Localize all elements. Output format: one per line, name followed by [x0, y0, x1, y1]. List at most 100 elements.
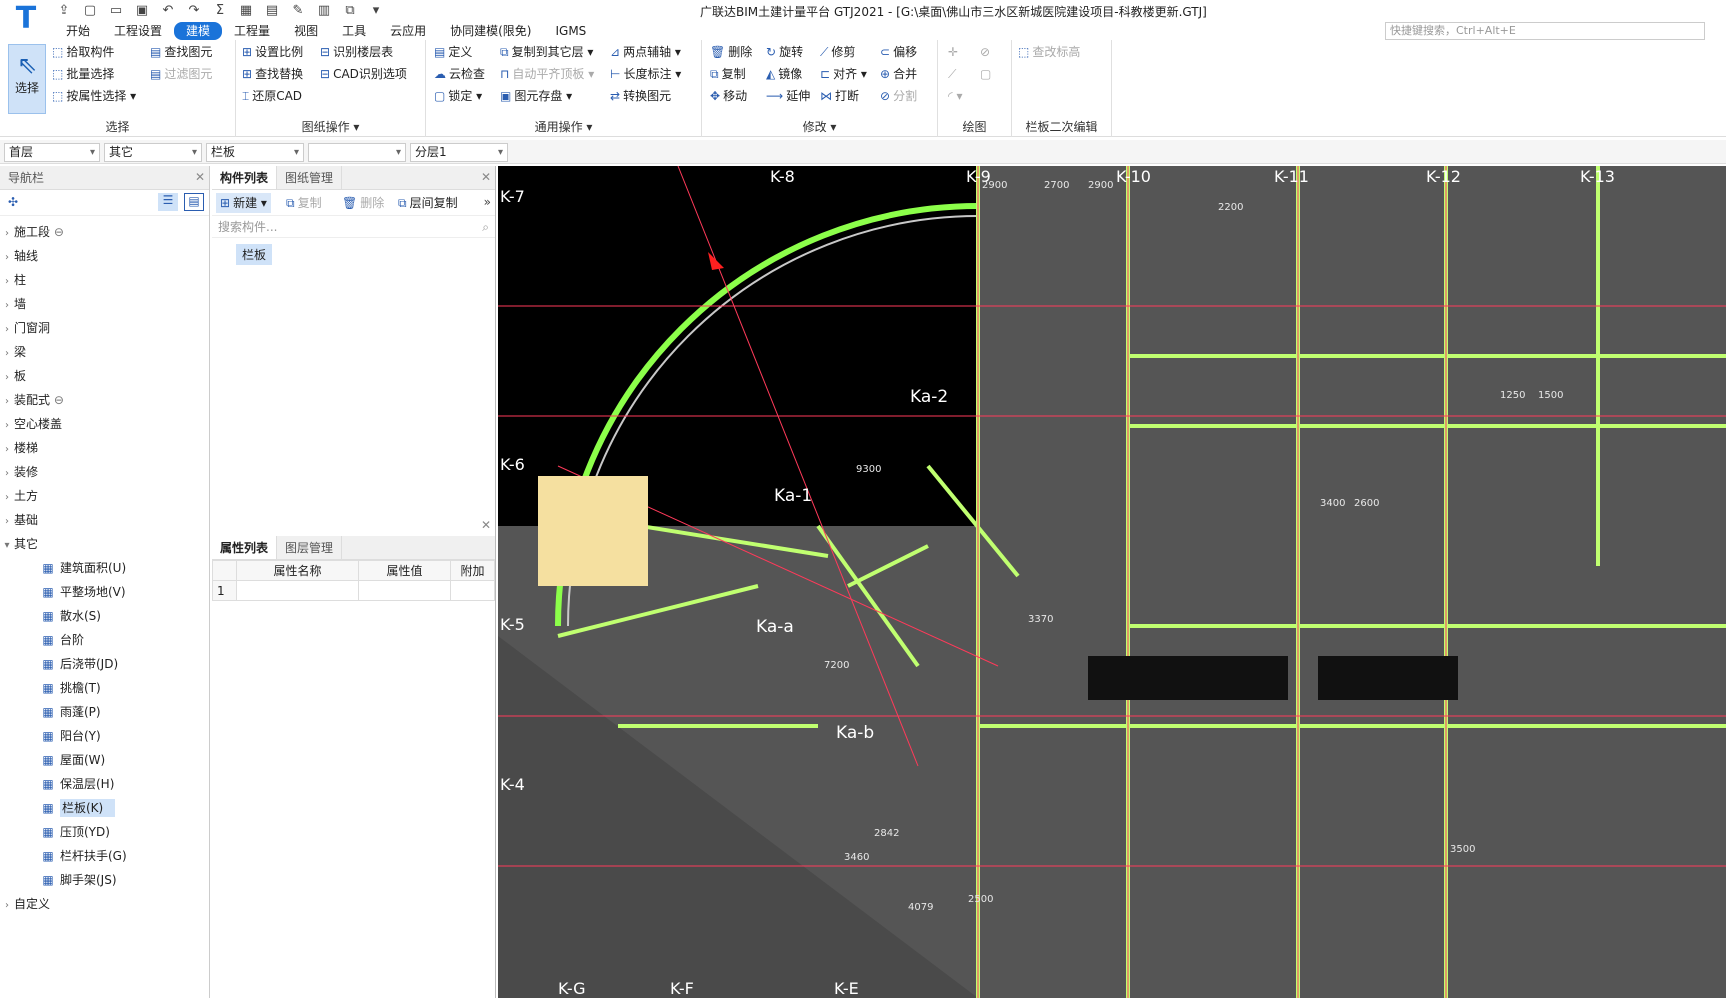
property-value-cell[interactable] [357, 580, 452, 601]
save-icon[interactable]: ▣ [132, 2, 152, 20]
collapsed-chevron-icon[interactable]: › [0, 294, 14, 318]
rotate-point-icon[interactable]: ⊘ [980, 42, 990, 62]
nav-child-item[interactable]: ▦ 散水(S) [0, 604, 209, 628]
property-extra-cell[interactable] [450, 580, 495, 601]
command-search-input[interactable]: 快捷键搜索，Ctrl+Alt+E [1385, 22, 1705, 40]
nav-child-item[interactable]: ▦ 平整场地(V) [0, 580, 209, 604]
nav-tree-item[interactable]: › 自定义 [0, 892, 209, 916]
nav-child-item[interactable]: ▦ 脚手架(JS) [0, 868, 209, 892]
length-dimension-button[interactable]: ⊢ 长度标注 ▾ [610, 64, 681, 84]
find-replace-button[interactable]: ⊞ 查找替换 [242, 64, 303, 84]
nav-tree-item[interactable]: › 装配式 ⊖ [0, 388, 209, 412]
mirror-button[interactable]: ◭ 镜像 [766, 64, 802, 84]
tab-layer-management[interactable]: 图层管理 [277, 536, 343, 559]
split-button[interactable]: ⊘ 分割 [880, 86, 917, 106]
menu-item[interactable]: IGMS [543, 22, 598, 40]
nav-tree-item[interactable]: › 梁 [0, 340, 209, 364]
nav-tree-item[interactable]: › 空心楼盖 [0, 412, 209, 436]
define-button[interactable]: ▤ 定义 [434, 42, 472, 62]
close-icon[interactable]: ✕ [195, 170, 205, 184]
nav-tree-item[interactable]: › 楼梯 [0, 436, 209, 460]
nav-tree-item[interactable]: › 装修 [0, 460, 209, 484]
detail-view-icon[interactable]: ▤ [184, 193, 204, 211]
pick-component-button[interactable]: ⬚ 拾取构件 [52, 42, 114, 62]
nav-child-item[interactable]: ▦ 挑檐(T) [0, 676, 209, 700]
edit-icon[interactable]: ✎ [288, 2, 308, 20]
delete-button[interactable]: 🗑 删除 [710, 42, 752, 62]
trim-button[interactable]: ⟋ 修剪 [820, 42, 855, 62]
batch-select-button[interactable]: ⬚ 批量选择 [52, 64, 114, 84]
undo-icon[interactable]: ↶ [158, 2, 178, 20]
collapsed-chevron-icon[interactable]: › [0, 510, 14, 534]
menu-item[interactable]: 工程量 [222, 22, 282, 40]
close-icon[interactable]: ✕ [481, 170, 491, 184]
identify-floor-table-button[interactable]: ⊟ 识别楼层表 [320, 42, 393, 62]
cad-drawing-canvas[interactable]: K-8 K-9 K-10 K-11 K-12 K-13 K-7 K-6 K-5 K-4 K-G K-F… [498, 166, 1726, 998]
menu-item[interactable]: 建模 [174, 22, 223, 40]
two-point-axis-button[interactable]: ⊿ 两点辅轴 ▾ [610, 42, 681, 62]
collapsed-chevron-icon[interactable]: › [0, 222, 14, 246]
save-element-button[interactable]: ▣ 图元存盘 ▾ [500, 86, 572, 106]
table-icon[interactable]: ▥ [314, 2, 334, 20]
more-icon[interactable]: ▾ [366, 2, 386, 20]
nav-tree-item[interactable]: › 土方 [0, 484, 209, 508]
component-search-input[interactable]: 搜索构件... ⌕ [212, 216, 495, 238]
collapsed-chevron-icon[interactable]: › [0, 390, 14, 414]
line-draw-icon[interactable]: ⟋ [948, 64, 956, 84]
nav-tree-item[interactable]: › 基础 [0, 508, 209, 532]
menu-item[interactable]: 视图 [282, 22, 330, 40]
collapsed-chevron-icon[interactable]: › [0, 438, 14, 462]
cloud-check-button[interactable]: ☁ 云检查 [434, 64, 485, 84]
offset-button[interactable]: ⊂ 偏移 [880, 42, 917, 62]
collapsed-chevron-icon[interactable]: › [0, 462, 14, 486]
collapsed-chevron-icon[interactable]: › [0, 270, 14, 294]
open-folder-icon[interactable]: ▭ [106, 2, 126, 20]
collapsed-chevron-icon[interactable]: › [0, 318, 14, 342]
restore-cad-button[interactable]: ⌶ 还原CAD [242, 86, 302, 106]
nav-child-item[interactable]: ▦ 雨蓬(P) [0, 700, 209, 724]
copy-button[interactable]: ⧉ 复制 [710, 64, 746, 84]
rotate-button[interactable]: ↻ 旋转 [766, 42, 803, 62]
close-icon[interactable]: ✕ [481, 518, 491, 532]
select-by-attribute-button[interactable]: ⬚ 按属性选择 ▾ [52, 86, 136, 106]
change-elevation-button[interactable]: ⬚ 查改标高 [1018, 42, 1080, 62]
merge-button[interactable]: ⊕ 合并 [880, 64, 917, 84]
set-scale-button[interactable]: ⊞ 设置比例 [242, 42, 303, 62]
property-name-cell[interactable] [236, 580, 359, 601]
nav-child-item[interactable]: ▦ 后浇带(JD) [0, 652, 209, 676]
menu-item[interactable]: 开始 [54, 22, 102, 40]
menu-item[interactable]: 工程设置 [102, 22, 174, 40]
pin-icon[interactable]: ✣ [8, 195, 18, 209]
new-file-icon[interactable]: ▢ [80, 2, 100, 20]
select-button[interactable]: ⇖ 选择 [8, 44, 46, 114]
rect-draw-icon[interactable]: ▢ [980, 64, 991, 84]
nav-tree-item[interactable]: › 墙 [0, 292, 209, 316]
nav-child-item[interactable]: ▦ 栏杆扶手(G) [0, 844, 209, 868]
component-select[interactable] [308, 143, 406, 162]
nav-tree-item[interactable]: › 轴线 [0, 244, 209, 268]
nav-child-item[interactable]: ▦ 屋面(W) [0, 748, 209, 772]
nav-child-item[interactable]: ▦ 建筑面积(U) [0, 556, 209, 580]
upload-icon[interactable]: ⇪ [54, 2, 74, 20]
menu-item[interactable]: 工具 [330, 22, 378, 40]
layer-select[interactable]: 分层1 [410, 143, 508, 162]
cad-identify-options-button[interactable]: ⊟ CAD识别选项 [320, 64, 407, 84]
tab-drawing-management[interactable]: 图纸管理 [277, 166, 343, 189]
floor-select[interactable]: 首层 [4, 143, 100, 162]
nav-tree-item[interactable]: › 门窗洞 [0, 316, 209, 340]
delete-component-button[interactable]: 🗑 删除 [342, 193, 384, 213]
floor-copy-button[interactable]: ⧉ 层间复制 [398, 193, 458, 213]
sum-icon[interactable]: Σ [210, 2, 230, 20]
collapsed-chevron-icon[interactable]: › [0, 342, 14, 366]
move-button[interactable]: ✥ 移动 [710, 86, 747, 106]
nav-tree-item[interactable]: › 施工段 ⊖ [0, 220, 209, 244]
nav-tree-item[interactable]: › 柱 [0, 268, 209, 292]
category-select[interactable]: 其它 [104, 143, 202, 162]
auto-align-top-button[interactable]: ⊓ 自动平齐顶板 ▾ [500, 64, 594, 84]
nav-tree-item[interactable]: › 板 [0, 364, 209, 388]
find-element-button[interactable]: ▤ 查找图元 [150, 42, 212, 62]
extend-button[interactable]: ⟶ 延伸 [766, 86, 810, 106]
nav-tree-item[interactable]: ▾ 其它 [0, 532, 209, 556]
menu-item[interactable]: 协同建模(限免) [438, 22, 543, 40]
collapsed-chevron-icon[interactable]: › [0, 486, 14, 510]
